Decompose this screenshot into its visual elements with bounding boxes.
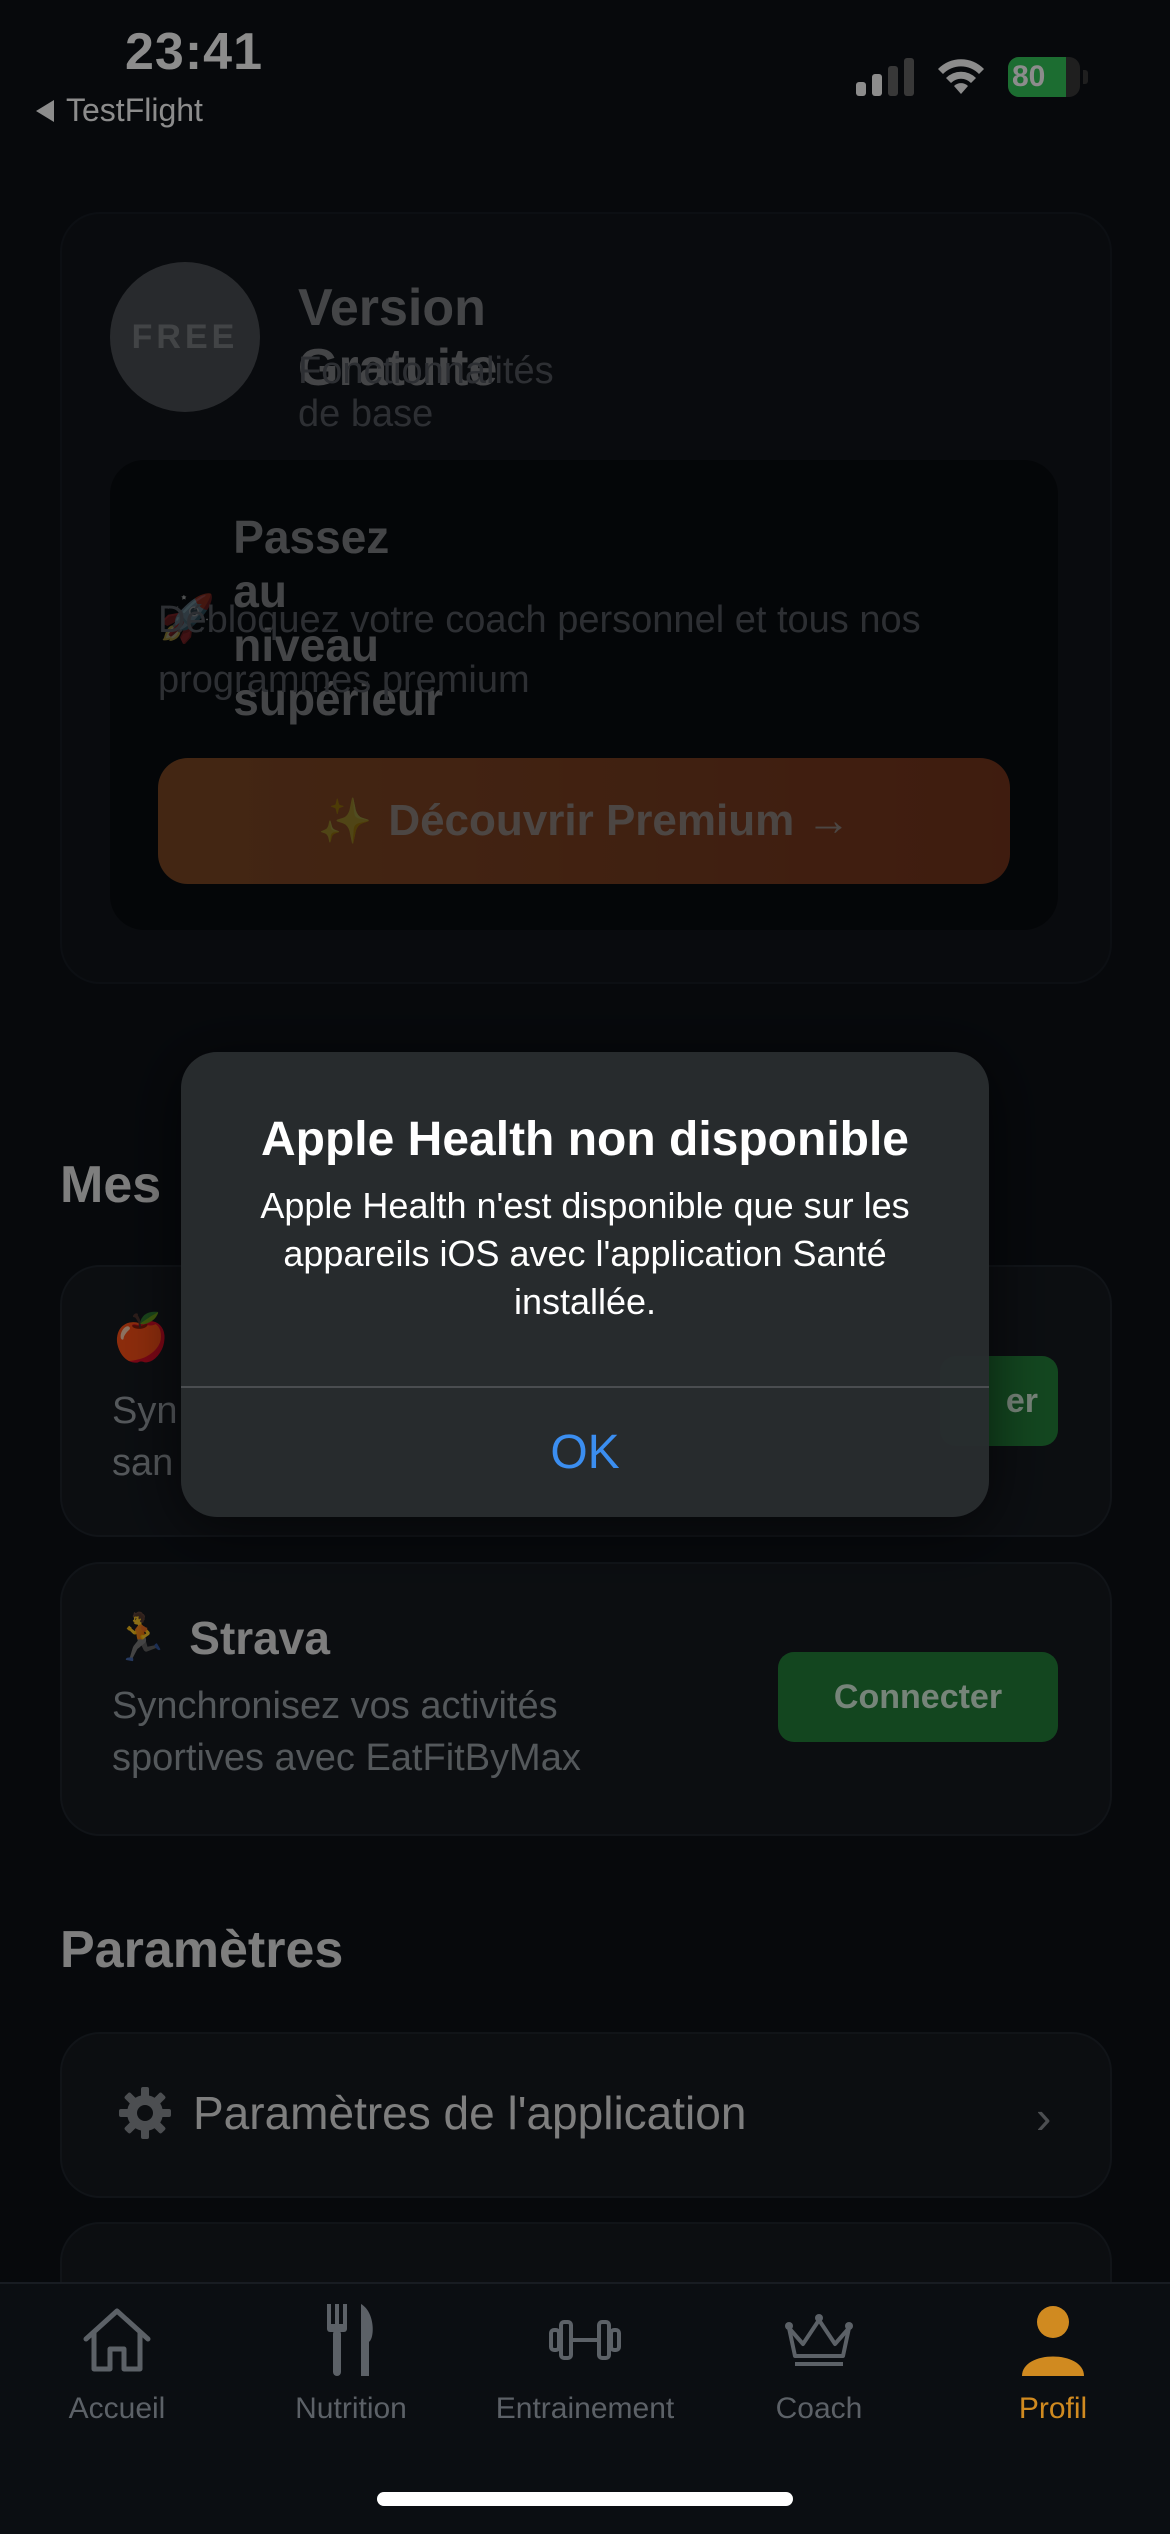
tab-profil[interactable]: Profil xyxy=(936,2300,1170,2426)
tab-nutrition-label: Nutrition xyxy=(295,2392,407,2425)
tab-entrainement[interactable]: Entrainement xyxy=(468,2300,702,2426)
tab-coach[interactable]: Coach xyxy=(702,2300,936,2426)
tab-accueil-label: Accueil xyxy=(68,2392,166,2425)
crown-icon xyxy=(785,2314,853,2366)
fork-knife-icon xyxy=(327,2304,373,2376)
tab-accueil[interactable]: Accueil xyxy=(0,2300,234,2426)
alert-title: Apple Health non disponible xyxy=(261,1113,909,1166)
dumbbell-icon xyxy=(549,2320,621,2360)
home-indicator[interactable] xyxy=(377,2492,793,2506)
person-icon xyxy=(1022,2306,1084,2376)
alert-message: Apple Health n'est disponible que sur le… xyxy=(260,1185,910,1322)
home-icon xyxy=(83,2308,151,2372)
tab-nutrition[interactable]: Nutrition xyxy=(234,2300,468,2426)
tab-coach-label: Coach xyxy=(775,2392,863,2425)
tab-profil-label: Profil xyxy=(1018,2392,1088,2425)
tab-entrainement-label: Entrainement xyxy=(495,2392,675,2425)
alert-dialog: Apple Health non disponible Apple Health… xyxy=(181,1052,989,1517)
alert-ok-button[interactable]: OK xyxy=(181,1388,989,1517)
